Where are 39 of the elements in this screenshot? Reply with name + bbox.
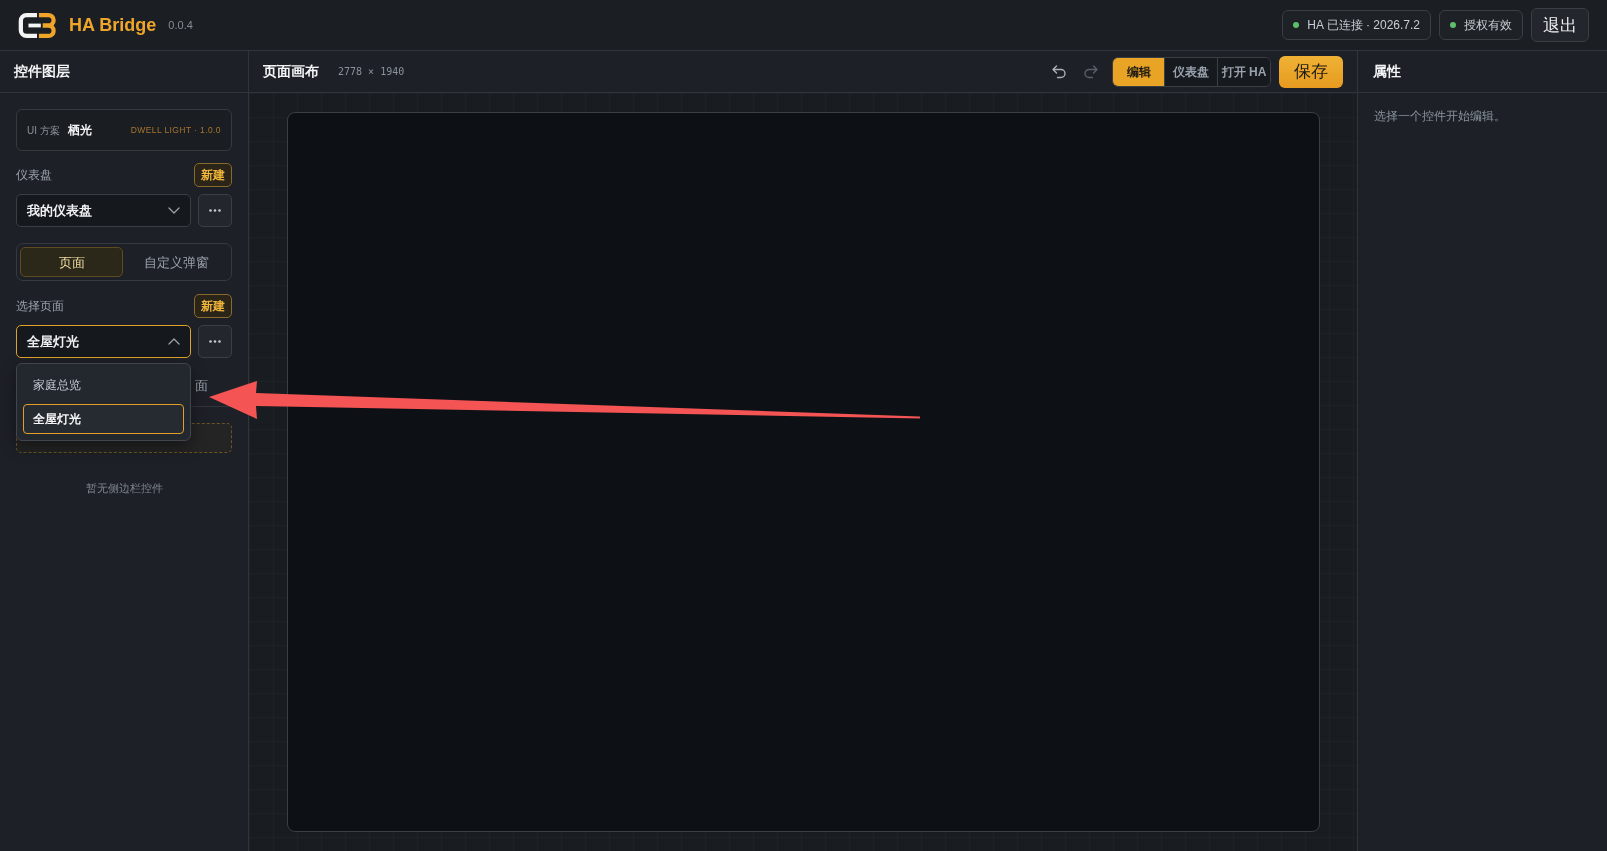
version-text: 0.0.4 [168, 17, 193, 33]
scheme-label: UI 方案 [27, 123, 60, 138]
tab[interactable]: 编辑 [1113, 57, 1164, 86]
canvas-title: 页面画布 [263, 62, 319, 81]
tab[interactable]: 页面 [20, 247, 123, 277]
more-icon [209, 209, 221, 212]
app-name: HA Bridge [69, 16, 157, 34]
field-label: 仪表盘 [16, 167, 52, 184]
redo-icon [1084, 64, 1098, 79]
tab[interactable]: 自定义弹窗 [125, 247, 228, 277]
more-button[interactable] [198, 194, 232, 227]
new-button[interactable]: 新建 [194, 163, 232, 187]
dropdown-item[interactable]: 全屋灯光 [23, 404, 184, 434]
select-open[interactable]: 全屋灯光 [16, 325, 191, 358]
tab[interactable]: 打开 HA [1217, 57, 1270, 86]
dropdown-item[interactable]: 家庭总览 [23, 370, 184, 400]
canvas-size: 2778 × 1940 [338, 65, 405, 79]
more-button[interactable] [198, 325, 232, 358]
save-button[interactable]: 保存 [1279, 55, 1343, 88]
field-label: 选择页面 [16, 298, 64, 315]
chevron-up-icon [168, 338, 180, 345]
logout-button[interactable]: 退出 [1531, 8, 1589, 42]
panel-title: 控件图层 [14, 62, 70, 81]
panel-title: 属性 [1373, 62, 1401, 81]
new-button[interactable]: 新建 [194, 294, 232, 318]
status-text: 授权有效 [1464, 17, 1512, 34]
status-text: HA 已连接 · 2026.7.2 [1307, 17, 1420, 34]
logo-icon [18, 11, 56, 39]
chevron-down-icon [168, 207, 180, 214]
scheme-version: DWELL LIGHT · 1.0.0 [130, 123, 221, 137]
empty-message: 暂无侧边栏控件 [84, 481, 164, 496]
undo-icon [1052, 64, 1066, 79]
tab[interactable]: 仪表盘 [1164, 57, 1217, 86]
partial-label: 面 [195, 378, 208, 394]
scheme-name: 栖光 [67, 122, 92, 139]
drop-zone[interactable] [16, 423, 232, 453]
more-icon [209, 340, 221, 343]
select-field[interactable]: 我的仪表盘 [16, 194, 191, 227]
hint-text: 选择一个控件开始编辑。 [1374, 108, 1507, 125]
